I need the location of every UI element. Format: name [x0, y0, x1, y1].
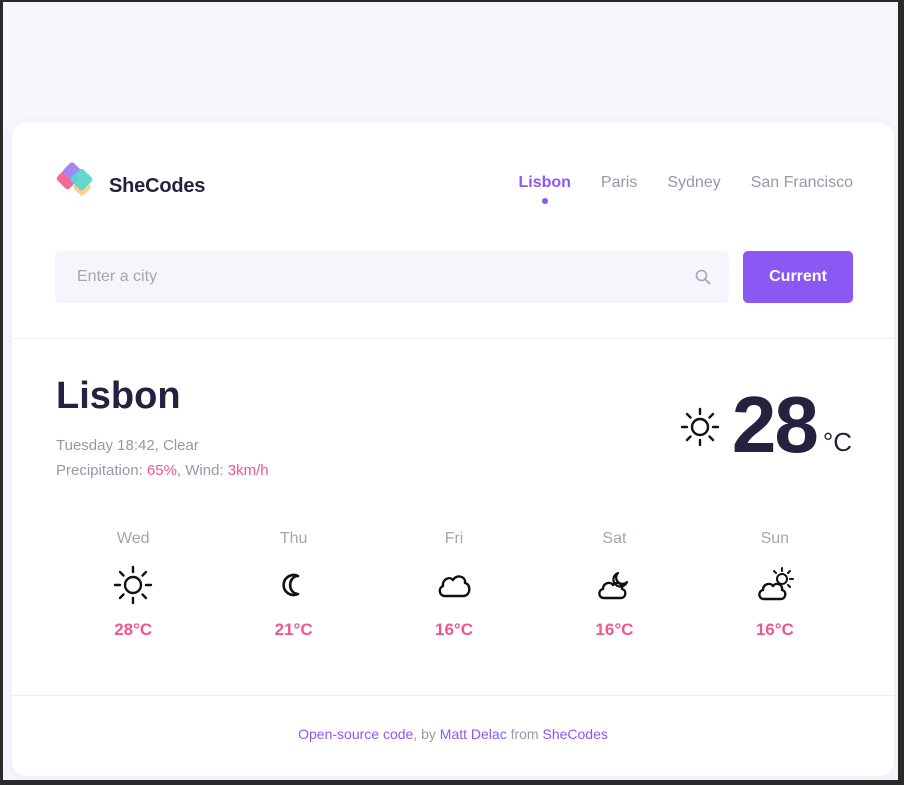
- sun-icon: [680, 407, 720, 452]
- forecast-row: Wed 28°C Thu 21°C Fri 16°C Sat 16°C Sun …: [53, 530, 855, 640]
- forecast-day-name: Wed: [116, 530, 150, 547]
- weather-app-card: SheCodes Lisbon Paris Sydney San Francis…: [12, 123, 894, 776]
- forecast-day-name: Sat: [602, 530, 627, 547]
- shecodes-logo[interactable]: SheCodes: [55, 162, 205, 211]
- forecast-temp: 16°C: [595, 620, 634, 639]
- forecast-day: Sat 16°C: [534, 530, 694, 640]
- page-background: SheCodes Lisbon Paris Sydney San Francis…: [3, 2, 898, 780]
- cloud-icon: [432, 563, 476, 607]
- moon-icon: [272, 563, 316, 607]
- nav-item-label: Sydney: [667, 174, 721, 191]
- forecast-day-name: Thu: [279, 530, 308, 547]
- forecast-temp: 28°C: [114, 620, 153, 639]
- current-temperature: 28 °C: [680, 385, 852, 465]
- forecast-temp: 16°C: [435, 620, 473, 639]
- search-icon[interactable]: [693, 267, 713, 287]
- footer: Open-source code, by Matt Delac from She…: [12, 726, 894, 742]
- nav-item-label: Lisbon: [518, 174, 571, 191]
- sun-icon: [111, 563, 155, 607]
- temperature-unit: °C: [822, 427, 852, 457]
- city-nav: Lisbon Paris Sydney San Francisco: [518, 174, 853, 204]
- footer-by-text: , by: [413, 726, 440, 742]
- precipitation-label: Precipitation:: [56, 462, 143, 479]
- footer-from-text: from: [506, 726, 543, 742]
- cloud-moon-icon: [592, 563, 636, 607]
- city-search-input[interactable]: [55, 250, 693, 304]
- forecast-temp: 21°C: [274, 620, 313, 639]
- forecast-day-name: Fri: [444, 530, 464, 547]
- open-source-link[interactable]: Open-source code: [298, 726, 413, 742]
- forecast-day: Fri 16°C: [374, 530, 534, 640]
- wind-label: Wind:: [185, 462, 224, 479]
- separator: ,: [176, 462, 186, 479]
- forecast-day: Sun 16°C: [695, 530, 855, 640]
- current-location-button[interactable]: Current: [743, 251, 853, 303]
- nav-item-sydney[interactable]: Sydney: [667, 174, 720, 192]
- wind-value: 3km/h: [227, 462, 269, 479]
- search-box: [55, 250, 729, 304]
- forecast-day: Wed 28°C: [53, 530, 213, 640]
- date-condition: Tuesday 18:42, Clear: [56, 437, 199, 454]
- nav-item-label: Paris: [600, 174, 638, 191]
- shecodes-link[interactable]: SheCodes: [542, 726, 607, 742]
- nav-item-label: San Francisco: [750, 174, 853, 191]
- cloud-sun-icon: [753, 563, 797, 607]
- footer-divider: [12, 695, 894, 696]
- active-indicator-dot: [541, 198, 548, 204]
- weather-details: Tuesday 18:42, Clear Precipitation: 65%,…: [56, 433, 269, 483]
- temperature-value: 28: [731, 380, 819, 469]
- precipitation-value: 65%: [146, 462, 177, 479]
- author-link[interactable]: Matt Delac: [440, 726, 507, 742]
- nav-item-paris[interactable]: Paris: [601, 174, 637, 192]
- nav-item-san-francisco[interactable]: San Francisco: [751, 174, 853, 192]
- precip-wind: Precipitation: 65%, Wind: 3km/h: [56, 458, 269, 483]
- nav-item-lisbon[interactable]: Lisbon: [518, 174, 571, 204]
- forecast-day-name: Sun: [760, 530, 790, 547]
- city-name: Lisbon: [56, 375, 181, 417]
- logo-mark-icon: [55, 162, 103, 211]
- header-divider: [12, 338, 894, 339]
- forecast-day: Thu 21°C: [213, 530, 373, 640]
- forecast-temp: 16°C: [755, 620, 794, 639]
- logo-text: SheCodes: [109, 175, 206, 197]
